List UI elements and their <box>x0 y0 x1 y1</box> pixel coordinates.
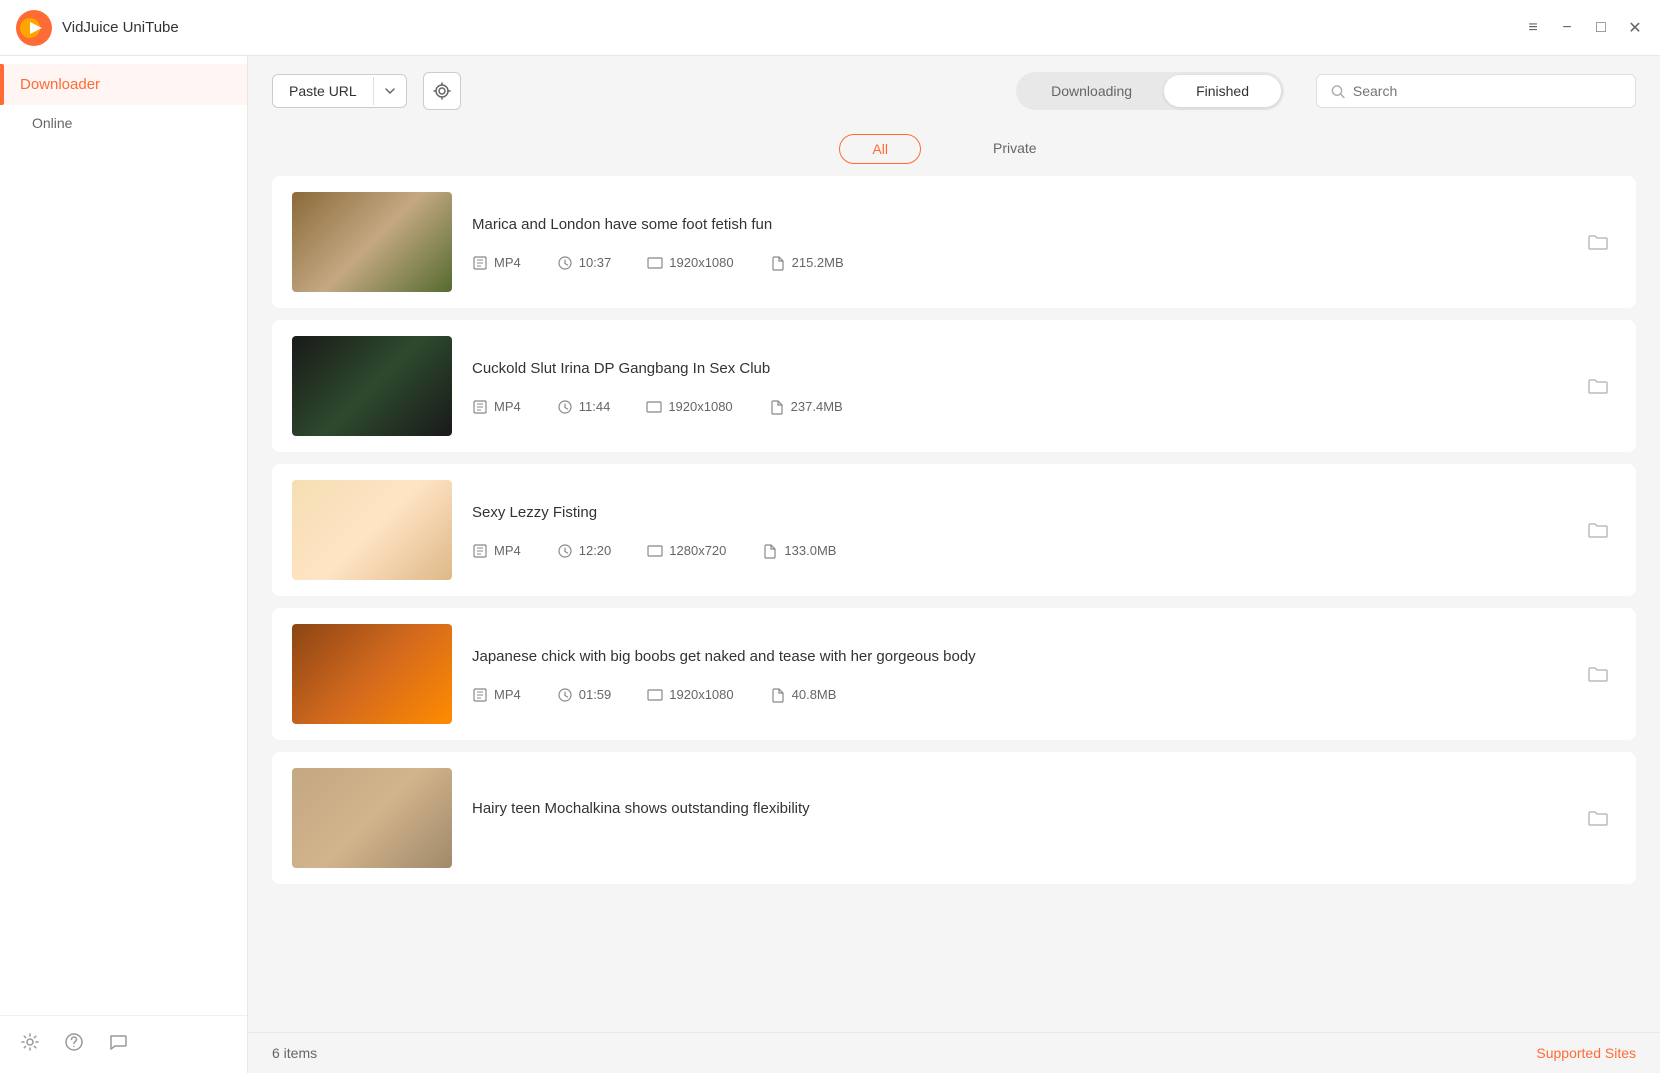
video-card: Hairy teen Mochalkina shows outstanding … <box>272 752 1636 884</box>
paste-url-button[interactable]: Paste URL <box>273 75 373 107</box>
main-layout: Downloader Online <box>0 56 1660 1073</box>
video-meta: MP4 01:59 1920x1080 <box>472 687 1560 703</box>
video-info: Cuckold Slut Irina DP Gangbang In Sex Cl… <box>472 358 1560 415</box>
video-card: Marica and London have some foot fetish … <box>272 176 1636 308</box>
search-box <box>1316 74 1636 108</box>
minimize-button[interactable]: − <box>1558 19 1576 37</box>
clipboard-button[interactable] <box>423 72 461 110</box>
resolution-item: 1280x720 <box>647 543 726 559</box>
app-logo: VidJuice UniTube <box>16 10 1524 46</box>
open-folder-button[interactable] <box>1580 512 1616 548</box>
sub-tab-all[interactable]: All <box>839 134 921 164</box>
video-info: Sexy Lezzy Fisting MP4 12:20 <box>472 502 1560 559</box>
open-folder-button[interactable] <box>1580 656 1616 692</box>
duration-item: 10:37 <box>557 255 612 271</box>
app-logo-icon <box>16 10 52 46</box>
sub-tabs: All Private <box>248 126 1660 176</box>
video-meta: MP4 12:20 1280x720 <box>472 543 1560 559</box>
sidebar-bottom <box>0 1015 247 1073</box>
video-info: Hairy teen Mochalkina shows outstanding … <box>472 798 1560 839</box>
video-card: Cuckold Slut Irina DP Gangbang In Sex Cl… <box>272 320 1636 452</box>
video-meta: MP4 11:44 1920x1080 <box>472 399 1560 415</box>
format-item: MP4 <box>472 255 521 271</box>
tab-downloading[interactable]: Downloading <box>1019 75 1164 107</box>
video-title: Cuckold Slut Irina DP Gangbang In Sex Cl… <box>472 358 1560 379</box>
video-title: Sexy Lezzy Fisting <box>472 502 1560 523</box>
format-item: MP4 <box>472 399 521 415</box>
video-thumbnail <box>292 624 452 724</box>
footer: 6 items Supported Sites <box>248 1032 1660 1073</box>
duration-item: 11:44 <box>557 399 611 415</box>
duration-item: 12:20 <box>557 543 612 559</box>
tab-finished[interactable]: Finished <box>1164 75 1281 107</box>
sidebar-item-downloader[interactable]: Downloader <box>0 64 247 105</box>
sidebar-nav: Downloader Online <box>0 56 247 1015</box>
open-folder-button[interactable] <box>1580 224 1616 260</box>
content-area: Paste URL Downloading <box>248 56 1660 1073</box>
video-info: Japanese chick with big boobs get naked … <box>472 646 1560 703</box>
format-item: MP4 <box>472 687 521 703</box>
chat-icon[interactable] <box>108 1032 128 1057</box>
window-controls: ≡ − □ ✕ <box>1524 19 1644 37</box>
video-title: Japanese chick with big boobs get naked … <box>472 646 1560 667</box>
paste-url-dropdown[interactable] <box>373 77 406 105</box>
items-count: 6 items <box>272 1045 317 1061</box>
resolution-item: 1920x1080 <box>646 399 732 415</box>
title-bar: VidJuice UniTube ≡ − □ ✕ <box>0 0 1660 56</box>
open-folder-button[interactable] <box>1580 368 1616 404</box>
sidebar-item-online[interactable]: Online <box>0 105 247 141</box>
video-list: Marica and London have some foot fetish … <box>248 176 1660 1032</box>
size-item: 215.2MB <box>770 255 844 271</box>
size-item: 237.4MB <box>769 399 843 415</box>
video-thumbnail <box>292 480 452 580</box>
paste-url-group: Paste URL <box>272 74 407 108</box>
search-input[interactable] <box>1353 83 1621 99</box>
search-icon <box>1331 84 1345 99</box>
tab-switcher: Downloading Finished <box>1016 72 1284 110</box>
open-folder-button[interactable] <box>1580 800 1616 836</box>
video-thumbnail <box>292 768 452 868</box>
video-thumbnail <box>292 192 452 292</box>
menu-button[interactable]: ≡ <box>1524 19 1542 37</box>
video-card: Japanese chick with big boobs get naked … <box>272 608 1636 740</box>
maximize-button[interactable]: □ <box>1592 19 1610 37</box>
settings-icon[interactable] <box>20 1032 40 1057</box>
toolbar: Paste URL Downloading <box>248 56 1660 126</box>
sidebar: Downloader Online <box>0 56 248 1073</box>
resolution-item: 1920x1080 <box>647 687 733 703</box>
video-title: Marica and London have some foot fetish … <box>472 214 1560 235</box>
video-title: Hairy teen Mochalkina shows outstanding … <box>472 798 1560 819</box>
duration-item: 01:59 <box>557 687 612 703</box>
video-meta: MP4 10:37 1920x1080 <box>472 255 1560 271</box>
sub-tab-private[interactable]: Private <box>961 134 1069 164</box>
help-icon[interactable] <box>64 1032 84 1057</box>
resolution-item: 1920x1080 <box>647 255 733 271</box>
size-item: 133.0MB <box>762 543 836 559</box>
video-thumbnail <box>292 336 452 436</box>
video-info: Marica and London have some foot fetish … <box>472 214 1560 271</box>
app-title: VidJuice UniTube <box>62 19 179 36</box>
supported-sites-link[interactable]: Supported Sites <box>1536 1045 1636 1061</box>
size-item: 40.8MB <box>770 687 837 703</box>
video-card: Sexy Lezzy Fisting MP4 12:20 <box>272 464 1636 596</box>
close-button[interactable]: ✕ <box>1626 19 1644 37</box>
format-item: MP4 <box>472 543 521 559</box>
